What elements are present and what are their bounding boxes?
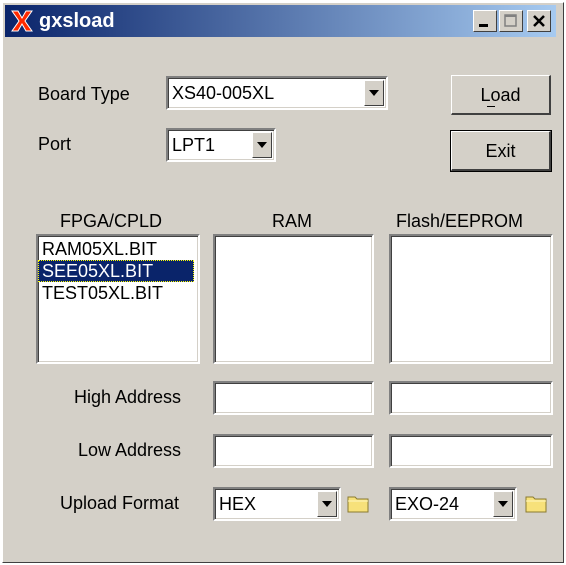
port-select[interactable]: LPT1 [166, 128, 276, 162]
port-dropdown-button[interactable] [252, 132, 272, 158]
ram-low-address-input[interactable] [213, 434, 374, 468]
chevron-down-icon [257, 142, 267, 148]
close-button[interactable] [527, 10, 551, 32]
flash-browse-folder-icon[interactable] [525, 493, 547, 513]
ram-upload-format-select[interactable]: HEX [213, 487, 341, 521]
ram-high-address-input[interactable] [213, 381, 374, 415]
port-label: Port [38, 134, 72, 154]
maximize-icon [504, 14, 517, 27]
list-item[interactable]: TEST05XL.BIT [38, 282, 198, 304]
flash-eeprom-list[interactable] [389, 234, 553, 364]
load-button[interactable]: Load [451, 75, 551, 115]
load-mnemonic-underline [487, 106, 495, 107]
exit-button[interactable]: Exit [450, 130, 552, 172]
load-button-label: Load [480, 85, 521, 105]
minimize-icon [479, 24, 488, 27]
board-type-label: Board Type [38, 84, 130, 104]
fpga-cpld-list[interactable]: RAM05XL.BIT SEE05XL.BIT TEST05XL.BIT [36, 234, 200, 364]
upload-format-label: Upload Format [60, 493, 180, 513]
port-value: LPT1 [172, 135, 216, 155]
flash-upload-format-dropdown-button[interactable] [493, 491, 513, 517]
chevron-down-icon [498, 501, 508, 507]
flash-high-address-input[interactable] [389, 381, 553, 415]
high-address-label: High Address [74, 387, 182, 407]
ram-header: RAM [272, 211, 312, 231]
fpga-cpld-header: FPGA/CPLD [60, 211, 163, 231]
board-type-select[interactable]: XS40-005XL [166, 76, 388, 110]
maximize-button[interactable] [499, 10, 523, 32]
ram-list[interactable] [213, 234, 374, 364]
app-logo-icon [11, 10, 33, 32]
chevron-down-icon [369, 90, 379, 96]
low-address-label: Low Address [78, 440, 182, 460]
window-title: gxsload [39, 10, 115, 32]
ram-upload-format-value: HEX [219, 494, 257, 514]
list-item[interactable]: RAM05XL.BIT [38, 238, 198, 260]
ram-upload-format-dropdown-button[interactable] [317, 491, 337, 517]
close-icon [533, 15, 545, 27]
ram-browse-folder-icon[interactable] [347, 493, 369, 513]
board-type-value: XS40-005XL [172, 83, 275, 103]
list-item-selected[interactable]: SEE05XL.BIT [38, 260, 194, 282]
flash-eeprom-header: Flash/EEPROM [396, 211, 524, 231]
flash-low-address-input[interactable] [389, 434, 553, 468]
flash-upload-format-value: EXO-24 [395, 494, 460, 514]
flash-upload-format-select[interactable]: EXO-24 [389, 487, 517, 521]
chevron-down-icon [322, 501, 332, 507]
title-bar[interactable]: gxsload [5, 5, 556, 37]
minimize-button[interactable] [473, 10, 497, 32]
exit-button-label: Exit [485, 141, 516, 161]
board-type-dropdown-button[interactable] [364, 80, 384, 106]
